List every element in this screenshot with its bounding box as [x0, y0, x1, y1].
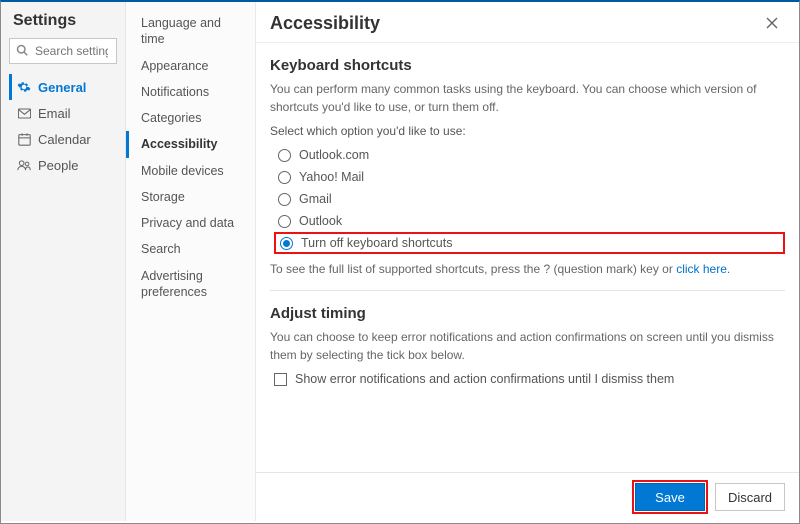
radio-icon — [278, 149, 291, 162]
shortcuts-radio-group: Outlook.com Yahoo! Mail Gmail Outlook Tu… — [274, 144, 785, 254]
nav-label: People — [38, 158, 78, 173]
subnav-item-categories[interactable]: Categories — [126, 105, 255, 131]
subnav-item-search[interactable]: Search — [126, 236, 255, 262]
page-title: Accessibility — [270, 13, 380, 34]
nav-label: General — [38, 80, 86, 95]
radio-label: Gmail — [299, 192, 332, 206]
settings-title: Settings — [13, 12, 117, 30]
timing-desc: You can choose to keep error notificatio… — [270, 328, 785, 364]
radio-yahoo[interactable]: Yahoo! Mail — [274, 166, 785, 188]
nav-label: Email — [38, 106, 71, 121]
radio-icon — [278, 215, 291, 228]
subnav-item-accessibility[interactable]: Accessibility — [126, 131, 255, 157]
people-icon — [16, 159, 32, 172]
gear-icon — [16, 80, 32, 94]
subnav-item-notifications[interactable]: Notifications — [126, 79, 255, 105]
close-button[interactable] — [759, 10, 785, 36]
radio-turn-off[interactable]: Turn off keyboard shortcuts — [274, 232, 785, 254]
radio-outlook[interactable]: Outlook — [274, 210, 785, 232]
radio-icon — [278, 171, 291, 184]
search-input[interactable] — [33, 43, 110, 59]
radio-icon — [280, 237, 293, 250]
checkbox-icon — [274, 373, 287, 386]
timing-checkbox-row[interactable]: Show error notifications and action conf… — [274, 372, 785, 386]
save-button[interactable]: Save — [635, 483, 705, 511]
nav-item-people[interactable]: People — [9, 152, 117, 178]
settings-subnav: Language and time Appearance Notificatio… — [126, 2, 256, 521]
nav-label: Calendar — [38, 132, 91, 147]
shortcuts-prompt: Select which option you'd like to use: — [270, 124, 785, 138]
section-keyboard-shortcuts-title: Keyboard shortcuts — [270, 57, 785, 74]
radio-outlook-com[interactable]: Outlook.com — [274, 144, 785, 166]
click-here-link[interactable]: click here — [676, 262, 727, 276]
radio-label: Outlook.com — [299, 148, 369, 162]
nav-item-calendar[interactable]: Calendar — [9, 126, 117, 152]
subnav-item-storage[interactable]: Storage — [126, 184, 255, 210]
shortcuts-hint: To see the full list of supported shortc… — [270, 262, 785, 276]
subnav-item-advertising[interactable]: Advertising preferences — [126, 263, 255, 306]
calendar-icon — [16, 133, 32, 146]
radio-label: Yahoo! Mail — [299, 170, 364, 184]
discard-button[interactable]: Discard — [715, 483, 785, 511]
subnav-item-mobile[interactable]: Mobile devices — [126, 158, 255, 184]
subnav-item-appearance[interactable]: Appearance — [126, 53, 255, 79]
section-adjust-timing-title: Adjust timing — [270, 305, 785, 322]
subnav-item-privacy[interactable]: Privacy and data — [126, 210, 255, 236]
footer-bar: Save Discard — [256, 472, 799, 521]
radio-label: Turn off keyboard shortcuts — [301, 236, 452, 250]
nav-item-general[interactable]: General — [9, 74, 117, 100]
radio-gmail[interactable]: Gmail — [274, 188, 785, 210]
close-icon — [766, 17, 778, 29]
search-field[interactable] — [9, 38, 117, 64]
radio-label: Outlook — [299, 214, 342, 228]
section-divider — [270, 290, 785, 291]
shortcuts-desc: You can perform many common tasks using … — [270, 80, 785, 116]
nav-item-email[interactable]: Email — [9, 100, 117, 126]
content-pane: Accessibility Keyboard shortcuts You can… — [256, 2, 799, 521]
radio-icon — [278, 193, 291, 206]
checkbox-label: Show error notifications and action conf… — [295, 372, 674, 386]
subnav-item-language[interactable]: Language and time — [126, 10, 255, 53]
search-icon — [16, 44, 28, 59]
envelope-icon — [16, 107, 32, 120]
settings-sidebar: Settings General Email Calen — [1, 2, 126, 521]
